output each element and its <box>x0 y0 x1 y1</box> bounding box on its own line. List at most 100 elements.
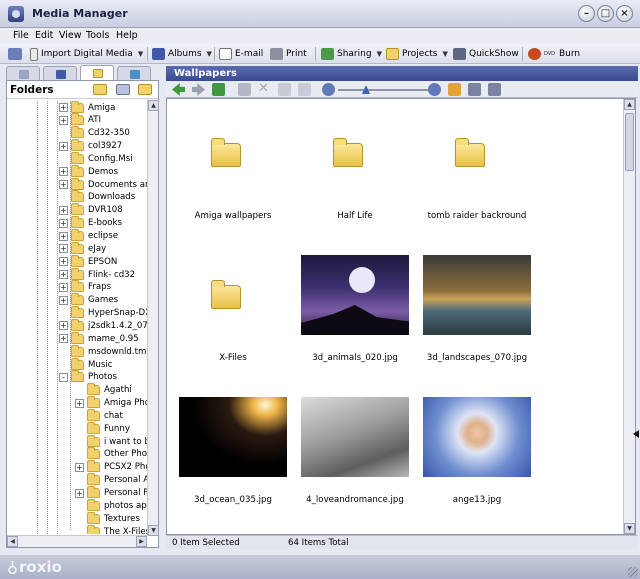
expand-icon[interactable]: + <box>59 167 68 177</box>
tree-folder-item[interactable]: Agathi <box>75 383 132 397</box>
content-vertical-scrollbar[interactable]: ▲ ▼ <box>623 99 635 534</box>
tree-folder-item[interactable]: The X-Files <box>75 524 147 534</box>
expand-icon[interactable]: + <box>59 257 68 267</box>
tree-folder-item[interactable]: i want to bel <box>75 434 147 448</box>
delete-icon[interactable]: ✕ <box>258 82 271 96</box>
tree-folder-item[interactable]: + Personal Phe <box>75 486 147 500</box>
folder-options-icon[interactable] <box>116 84 130 95</box>
tree-folder-item[interactable]: Personal Ava <box>75 473 147 487</box>
tree-horizontal-scrollbar[interactable]: ◀ ▶ <box>7 535 147 547</box>
slideshow-icon[interactable] <box>238 83 251 96</box>
tree-folder-item[interactable]: + eJay <box>59 241 106 255</box>
expand-icon[interactable]: + <box>75 488 84 498</box>
tree-folder-item[interactable]: + Demos <box>59 164 118 178</box>
tree-folder-item[interactable]: + EPSON <box>59 254 117 268</box>
scroll-down-arrow[interactable]: ▼ <box>624 523 635 534</box>
albums-button[interactable]: Albums ▼ <box>152 46 212 62</box>
tree-folder-item[interactable]: + eclipse <box>59 229 118 243</box>
tree-folder-item[interactable]: + j2sdk1.4.2_07 <box>59 318 147 332</box>
tree-folder-item[interactable]: HyperSnap-DX 5 <box>59 306 147 320</box>
tab-devices[interactable] <box>117 66 151 81</box>
tree-folder-item[interactable]: + E-books <box>59 216 122 230</box>
tree-folder-item[interactable]: msdownld.tmp <box>59 344 147 358</box>
import-digital-media-button[interactable]: Import Digital Media ▼ <box>30 46 143 62</box>
tree-folder-item[interactable]: Textures <box>75 511 140 525</box>
email-button[interactable]: E-mail <box>219 46 263 62</box>
sharing-button[interactable]: Sharing ▼ <box>321 46 382 62</box>
expand-icon[interactable]: + <box>59 295 68 305</box>
chevron-down-icon[interactable]: ▼ <box>377 50 382 58</box>
menu-view[interactable]: View <box>59 30 82 41</box>
expand-icon[interactable]: + <box>59 205 68 215</box>
up-folder-icon[interactable] <box>212 83 225 96</box>
image-thumbnail[interactable]: 3d_landscapes_070.jpg <box>417 245 537 375</box>
expand-icon[interactable]: + <box>59 180 68 190</box>
back-arrow-icon[interactable] <box>172 83 185 96</box>
tree-folder-item[interactable]: chat <box>75 408 123 422</box>
details-view-icon[interactable] <box>488 83 501 96</box>
expand-icon[interactable]: + <box>59 141 68 151</box>
minimize-button[interactable]: – <box>578 5 595 22</box>
folder-thumbnail[interactable]: X-Files <box>173 245 293 375</box>
image-thumbnail[interactable]: 3d_ocean_035.jpg <box>173 387 293 517</box>
quickshow-button[interactable]: QuickShow <box>453 46 519 62</box>
expand-icon[interactable]: + <box>59 270 68 280</box>
rotate-right-icon[interactable] <box>298 83 311 96</box>
tab-albums[interactable] <box>43 66 77 81</box>
tree-folder-item[interactable]: + col3927 <box>59 139 122 153</box>
expand-icon[interactable]: + <box>59 334 68 344</box>
tree-folder-item[interactable]: Music <box>59 357 112 371</box>
tree-folder-item[interactable]: Other Photo <box>75 447 147 461</box>
maximize-button[interactable]: □ <box>597 5 614 22</box>
zoom-slider[interactable] <box>338 89 428 91</box>
scroll-right-arrow[interactable]: ▶ <box>136 536 147 547</box>
chevron-down-icon[interactable]: ▼ <box>442 50 447 58</box>
sort-icon[interactable] <box>448 83 461 96</box>
close-button[interactable]: × <box>616 5 633 22</box>
chevron-down-icon[interactable]: ▼ <box>207 50 212 58</box>
expand-icon[interactable]: + <box>59 282 68 292</box>
projects-button[interactable]: Projects ▼ <box>386 46 448 62</box>
scroll-down-arrow[interactable]: ▼ <box>148 525 159 536</box>
expand-icon[interactable]: + <box>59 244 68 254</box>
image-thumbnail[interactable]: 3d_animals_020.jpg <box>295 245 415 375</box>
tree-folder-item[interactable]: photos apto <box>75 498 147 512</box>
chevron-down-icon[interactable]: ▼ <box>138 50 143 58</box>
burn-button[interactable]: DVD Burn <box>528 46 580 62</box>
scroll-up-arrow[interactable]: ▲ <box>148 100 159 111</box>
scrollbar-thumb[interactable] <box>625 113 634 171</box>
menu-help[interactable]: Help <box>116 30 138 41</box>
resize-grip[interactable] <box>628 567 638 577</box>
folder-thumbnail[interactable]: Amiga wallpapers <box>173 103 293 233</box>
expand-icon[interactable]: + <box>59 231 68 241</box>
collapse-icon[interactable]: - <box>59 372 68 382</box>
expand-icon[interactable]: + <box>59 218 68 228</box>
view-toggle-button[interactable] <box>8 46 22 62</box>
tree-folder-item[interactable]: + Amiga <box>59 101 115 114</box>
menu-edit[interactable]: Edit <box>35 30 53 41</box>
folder-thumbnail[interactable]: Half Life <box>295 103 415 233</box>
tree-folder-item[interactable]: + Documents and <box>59 177 147 191</box>
expand-icon[interactable]: + <box>59 103 68 112</box>
tab-folders[interactable] <box>80 65 114 81</box>
expand-icon[interactable]: + <box>59 115 68 125</box>
expand-icon[interactable]: + <box>75 398 84 408</box>
scroll-left-arrow[interactable]: ◀ <box>7 536 18 547</box>
zoom-in-icon[interactable] <box>428 83 441 96</box>
image-thumbnail[interactable]: ange13.jpg <box>417 387 537 517</box>
thumbnail-view-icon[interactable] <box>468 83 481 96</box>
tree-folder-item[interactable]: + Games <box>59 293 118 307</box>
zoom-out-icon[interactable] <box>322 83 335 96</box>
expand-icon[interactable]: + <box>75 462 84 472</box>
tree-folder-item[interactable]: + Amiga Photo <box>75 396 147 410</box>
menu-file[interactable]: File <box>13 30 29 41</box>
tree-folder-item[interactable]: Funny <box>75 421 130 435</box>
tab-folders-view[interactable] <box>6 66 40 81</box>
tree-folder-item[interactable]: - Photos <box>59 370 117 384</box>
tree-folder-item[interactable]: + PCSX2 Photo <box>75 460 147 474</box>
image-thumbnail[interactable]: 4_loveandromance.jpg <box>295 387 415 517</box>
tree-folder-item[interactable]: + Fraps <box>59 280 111 294</box>
new-folder-icon[interactable] <box>93 84 107 95</box>
tree-folder-item[interactable]: + DVR108 <box>59 203 123 217</box>
menu-tools[interactable]: Tools <box>86 30 109 41</box>
